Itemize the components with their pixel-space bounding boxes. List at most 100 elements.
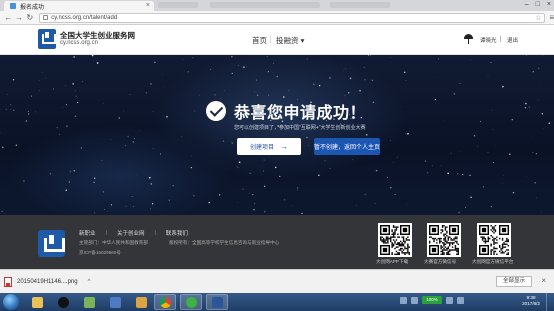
tray-network-icon[interactable] [411,296,418,304]
star [187,71,189,73]
star [231,72,233,75]
star [390,140,391,142]
download-item[interactable]: 20150419H1146....png ^ [4,277,90,287]
star [218,194,221,196]
star [145,92,148,94]
show-all-downloads-button[interactable]: 全部显示 [496,276,532,287]
star [537,67,540,70]
close-download-bar-icon[interactable]: × [541,276,546,285]
star [132,206,134,208]
footer-link-new-career[interactable]: 新职业 [79,229,96,237]
taskbar-app-chrome-icon[interactable] [154,294,176,310]
star [181,136,182,137]
address-bar[interactable]: cy.ncss.org.cn/talent/add ☆ [39,12,546,23]
star [190,167,192,169]
reload-icon[interactable]: ↻ [25,13,36,22]
star [237,201,239,203]
taskbar-app-photos-icon[interactable] [78,294,100,310]
battery-indicator[interactable]: 100% [422,296,442,304]
star [210,68,212,71]
footer-divider: | [105,230,107,236]
star [482,186,484,188]
star [172,185,174,187]
star [25,120,28,122]
taskbar-app-folder-icon[interactable] [130,294,152,310]
star [74,90,76,92]
browser-tab-bar: 报名成功 × – □ × [0,0,554,11]
logout-link[interactable]: 退出 [507,36,518,44]
star [308,145,309,146]
site-favicon-icon [10,3,16,9]
start-button-icon[interactable] [3,294,19,310]
star [30,95,33,97]
tab-close-icon[interactable]: × [146,2,150,9]
nav-investment-menu[interactable]: 投融资 ▾ [276,35,304,46]
page-info-icon[interactable] [43,15,49,20]
create-project-button[interactable]: 创建项目 → [237,138,301,155]
tray-app-icon[interactable] [400,296,407,304]
star [151,203,154,205]
tray-input-method-icon[interactable] [457,296,464,304]
footer-link-contact[interactable]: 联系我们 [166,229,188,237]
star [230,141,232,143]
star [110,138,112,140]
minimize-icon[interactable]: – [525,1,529,8]
tab-title: 报名成功 [20,4,45,11]
star [317,174,320,177]
star [365,193,367,195]
taskbar-app-word-icon[interactable] [206,294,228,310]
return-home-button[interactable]: 暂不创建，返回个人主页 [314,138,380,155]
star [133,137,136,140]
star [345,68,347,70]
user-avatar-icon[interactable] [463,34,474,45]
success-title-row: 恭喜您申请成功！ [206,99,366,123]
success-hero-banner: 恭喜您申请成功！ 您可以创建项目了，参加中国"互联网+"大学生创新创业大赛 创建… [0,55,554,215]
star [81,81,83,83]
footer-link-about[interactable]: 关于创业网 [117,229,145,237]
show-desktop-button[interactable] [546,293,554,311]
star [263,159,265,161]
back-arrow-icon[interactable]: ← [3,13,14,22]
browser-tab[interactable]: 报名成功 × [4,1,154,11]
system-clock[interactable]: 9:38 2017/6/2 [522,295,540,307]
create-project-label: 创建项目 [249,145,274,151]
window-controls: – □ × [525,1,551,8]
star [140,130,141,132]
site-logo-icon[interactable] [38,29,56,49]
image-file-icon [4,277,12,287]
star [248,192,250,194]
footer-logo-icon [38,230,65,257]
browser-toolbar: ← → ↻ cy.ncss.org.cn/talent/add ☆ ≡ [0,11,554,25]
star [470,196,472,198]
nav-home-link[interactable]: 首页 [252,35,267,46]
star [93,177,96,179]
star [166,115,168,118]
star [268,94,270,96]
taskbar-app-explorer-icon[interactable] [26,294,48,310]
star [118,117,120,119]
star [477,145,479,147]
taskbar-app-media-icon[interactable] [104,294,126,310]
footer-sponsor: 主管部门：中华人民共和国教育部 [79,240,148,245]
bookmark-star-icon[interactable]: ☆ [535,14,541,22]
star [301,212,303,215]
star [356,205,357,206]
star [370,55,372,56]
blurred-region [330,2,390,8]
success-title: 恭喜您申请成功！ [234,105,367,122]
close-window-icon[interactable]: × [547,1,551,8]
maximize-icon[interactable]: □ [536,1,540,8]
username-link[interactable]: 谭晓光 [480,36,497,44]
browser-menu-icon[interactable]: ≡ [549,13,554,22]
chevron-down-icon[interactable]: ^ [88,279,91,285]
taskbar-app-wechat-icon[interactable] [180,294,202,310]
star [245,135,246,137]
star [41,72,43,73]
star [237,65,239,66]
taskbar-app-qq-icon[interactable] [52,294,74,310]
footer-icp[interactable]: 京ICP备15029560号 [79,250,121,256]
star [2,146,4,149]
forward-arrow-icon[interactable]: → [14,13,25,22]
star [5,108,8,111]
tray-volume-icon[interactable] [446,296,453,304]
